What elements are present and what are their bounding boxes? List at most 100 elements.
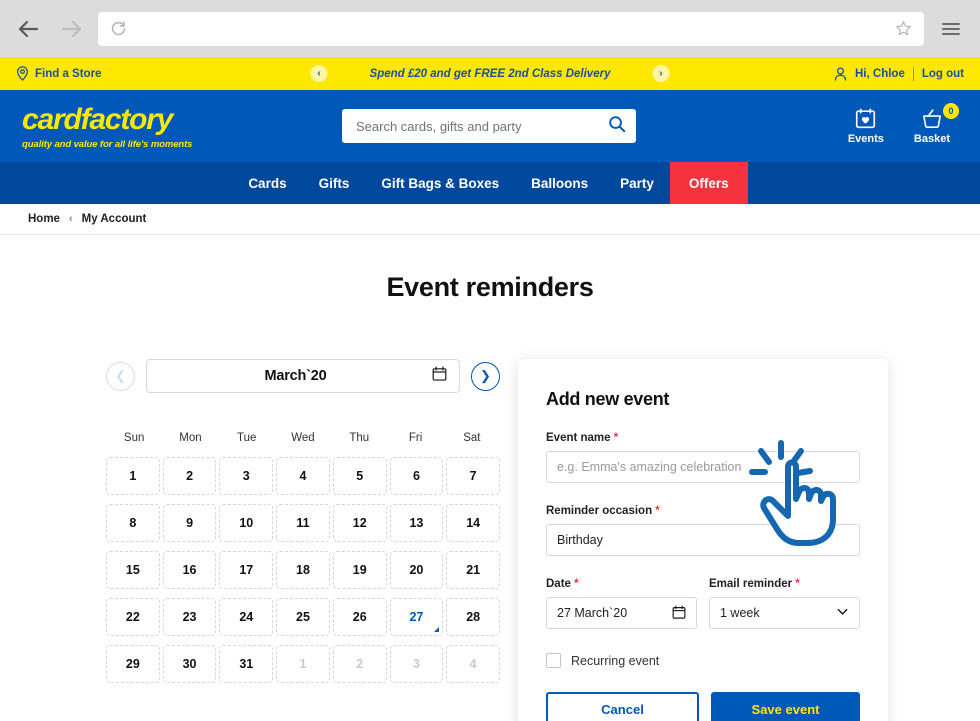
promo-prev-button[interactable]: ‹ [310, 65, 328, 82]
calendar-prev-month-button[interactable]: ❮ [106, 361, 135, 391]
calendar-day[interactable]: 18 [276, 551, 330, 589]
browser-menu-button[interactable] [936, 14, 966, 44]
calendar-day[interactable]: 25 [276, 598, 330, 636]
calendar-day[interactable]: 4 [276, 457, 330, 495]
nav-item-gift-bags-boxes[interactable]: Gift Bags & Boxes [365, 162, 515, 204]
calendar-day[interactable]: 13 [389, 504, 444, 542]
calendar-day[interactable]: 7 [446, 457, 500, 495]
calendar-day[interactable]: 29 [106, 645, 160, 683]
required-marker: * [574, 578, 579, 590]
basket-button[interactable]: 0 Basket [913, 102, 959, 145]
promo-next-button[interactable]: › [652, 65, 670, 82]
calendar-month-selector[interactable]: March`20 [146, 359, 460, 393]
date-label: Date * [546, 578, 697, 590]
reminder-occasion-input[interactable]: Birthday [546, 524, 860, 556]
calendar-day[interactable]: 31 [219, 645, 274, 683]
reload-icon[interactable] [110, 20, 127, 37]
calendar-day[interactable]: 28 [446, 598, 500, 636]
calendar-day[interactable]: 12 [332, 504, 387, 542]
email-reminder-field: Email reminder * 1 week [709, 578, 860, 629]
event-name-placeholder: e.g. Emma's amazing celebration [557, 460, 742, 474]
calendar-day[interactable]: 3 [219, 457, 274, 495]
chevron-left-icon: ❮ [115, 368, 126, 383]
calendar-day[interactable]: 11 [276, 504, 330, 542]
date-input[interactable]: 27 March`20 [546, 597, 697, 629]
events-label: Events [847, 132, 884, 145]
logout-link[interactable]: Log out [922, 68, 964, 80]
basket-icon [923, 108, 941, 128]
recurring-event-checkbox[interactable] [546, 653, 561, 668]
event-name-input[interactable]: e.g. Emma's amazing celebration [546, 451, 860, 483]
breadcrumb-current: My Account [81, 213, 147, 225]
weekday-sun: Sun [123, 432, 145, 444]
calendar-day[interactable]: 5 [332, 457, 387, 495]
nav-item-balloons[interactable]: Balloons [515, 162, 604, 204]
hamburger-menu-icon [942, 22, 960, 35]
search-input[interactable] [356, 118, 608, 134]
calendar-icon[interactable] [432, 366, 447, 386]
search-bar[interactable] [342, 109, 636, 143]
calendar-day: 3 [389, 645, 444, 683]
calendar-day[interactable]: 14 [446, 504, 500, 542]
email-reminder-select[interactable]: 1 week [709, 597, 860, 629]
logo-wordmark: cardfactory [22, 103, 173, 137]
events-button[interactable]: Events [848, 108, 884, 145]
account-divider [912, 66, 914, 81]
calendar-day[interactable]: 24 [219, 598, 274, 636]
calendar-next-month-button[interactable]: ❯ [471, 361, 500, 391]
browser-forward-button[interactable] [56, 14, 86, 44]
calendar-day[interactable]: 17 [219, 551, 274, 589]
nav-item-cards[interactable]: Cards [232, 162, 302, 204]
calendar-day[interactable]: 1 [106, 457, 160, 495]
required-marker: * [655, 505, 660, 517]
location-pin-icon [17, 66, 28, 81]
calendar-day: 4 [446, 645, 500, 683]
calendar-day[interactable]: 20 [389, 551, 444, 589]
browser-back-button[interactable] [14, 14, 44, 44]
calendar-heart-icon [856, 108, 876, 128]
calendar-day-selected[interactable]: 27 [389, 598, 444, 636]
email-reminder-label: Email reminder * [709, 578, 860, 590]
site-header: cardfactory quality and value for all li… [0, 90, 980, 162]
calendar-icon[interactable] [672, 604, 686, 622]
breadcrumb-home-link[interactable]: Home [28, 213, 60, 225]
browser-url-bar[interactable] [98, 11, 924, 46]
basket-label: Basket [913, 132, 950, 145]
weekday-thu: Thu [349, 432, 370, 444]
site-logo[interactable]: cardfactory quality and value for all li… [22, 102, 232, 150]
save-event-button[interactable]: Save event [711, 692, 860, 721]
calendar-day: 1 [276, 645, 330, 683]
reminder-occasion-field: Reminder occasion * Birthday [546, 505, 860, 556]
calendar-day[interactable]: 9 [162, 504, 217, 542]
calendar-day[interactable]: 30 [162, 645, 217, 683]
reminder-occasion-value: Birthday [557, 533, 603, 547]
calendar-day[interactable]: 16 [162, 551, 217, 589]
calendar-day[interactable]: 26 [332, 598, 387, 636]
search-icon[interactable] [608, 115, 626, 138]
nav-item-offers[interactable]: Offers [669, 162, 748, 204]
calendar-day[interactable]: 10 [219, 504, 274, 542]
calendar-day[interactable]: 2 [162, 457, 217, 495]
arrow-right-icon [61, 20, 82, 37]
form-actions: Cancel Save event [546, 692, 860, 721]
calendar-day[interactable]: 6 [389, 457, 444, 495]
date-value: 27 March`20 [557, 606, 628, 620]
star-icon[interactable] [895, 20, 912, 37]
chevron-down-icon[interactable] [836, 605, 849, 621]
calendar-day[interactable]: 22 [106, 598, 160, 636]
calendar-day[interactable]: 21 [446, 551, 500, 589]
calendar-day[interactable]: 15 [106, 551, 160, 589]
nav-item-gifts[interactable]: Gifts [303, 162, 366, 204]
calendar-day[interactable]: 19 [332, 551, 387, 589]
calendar-day[interactable]: 23 [162, 598, 217, 636]
cancel-button[interactable]: Cancel [546, 692, 699, 721]
find-a-store-link[interactable]: Find a Store [16, 66, 101, 81]
reminder-occasion-label-text: Reminder occasion [546, 505, 653, 517]
weekday-sat: Sat [463, 432, 481, 444]
calendar-day[interactable]: 8 [106, 504, 160, 542]
nav-item-party[interactable]: Party [604, 162, 670, 204]
required-marker: * [613, 432, 619, 444]
breadcrumb: Home ‹ My Account [0, 204, 980, 235]
chevron-right-icon: ❯ [480, 368, 491, 383]
recurring-event-row[interactable]: Recurring event [546, 653, 860, 668]
